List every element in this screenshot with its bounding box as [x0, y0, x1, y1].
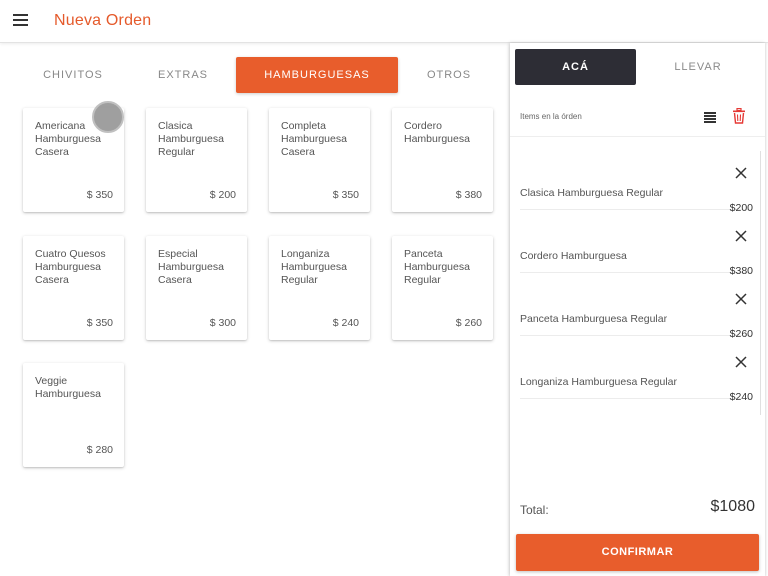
order-items-header: Items en la órden	[510, 93, 765, 137]
menu-icon[interactable]	[13, 14, 28, 26]
product-price: $ 240	[332, 317, 359, 329]
trash-icon[interactable]	[732, 108, 746, 124]
product-price: $ 350	[86, 189, 113, 201]
close-icon[interactable]	[735, 230, 747, 242]
order-item: Clasica Hamburguesa Regular $200	[520, 147, 753, 214]
order-item-price: $240	[729, 391, 753, 403]
tab-chivitos[interactable]: CHIVITOS	[14, 57, 132, 93]
category-tabs: CHIVITOS EXTRAS HAMBURGUESAS OTROS	[14, 57, 498, 93]
product-card[interactable]: Longaniza Hamburguesa Regular $ 240	[269, 236, 370, 340]
product-name: Veggie Hamburguesa	[35, 375, 101, 400]
tab-llevar[interactable]: LLEVAR	[636, 49, 760, 85]
product-price: $ 280	[86, 444, 113, 456]
product-card[interactable]: Clasica Hamburguesa Regular $ 200	[146, 108, 247, 212]
order-item-name: Clasica Hamburguesa Regular	[520, 187, 663, 199]
product-name: Completa Hamburguesa Casera	[281, 120, 347, 158]
order-item: Panceta Hamburguesa Regular $260	[520, 273, 753, 340]
order-item-name: Panceta Hamburguesa Regular	[520, 313, 668, 325]
product-price: $ 260	[455, 317, 482, 329]
product-card[interactable]: Veggie Hamburguesa $ 280	[23, 363, 124, 467]
product-card[interactable]: Panceta Hamburguesa Regular $ 260	[392, 236, 493, 340]
order-item-name: Longaniza Hamburguesa Regular	[520, 376, 678, 388]
total-value: $1080	[710, 498, 756, 515]
product-price: $ 300	[209, 317, 236, 329]
product-name: Clasica Hamburguesa Regular	[158, 120, 224, 158]
page-title: Nueva Orden	[54, 12, 152, 29]
touch-ripple	[92, 101, 124, 133]
product-price: $ 200	[209, 189, 236, 201]
total-label: Total:	[520, 503, 549, 517]
product-card[interactable]: Especial Hamburguesa Casera $ 300	[146, 236, 247, 340]
order-panel: ACÁ LLEVAR Items en la órden Clasica Ham…	[510, 43, 765, 576]
product-name: Longaniza Hamburguesa Regular	[281, 248, 347, 286]
scrollbar-track[interactable]	[760, 151, 761, 415]
product-price: $ 380	[455, 189, 482, 201]
order-item: Cordero Hamburguesa $380	[520, 210, 753, 277]
confirm-button[interactable]: CONFIRMAR	[516, 534, 759, 571]
order-list: Clasica Hamburguesa Regular $200 Cordero…	[510, 147, 765, 417]
close-icon[interactable]	[735, 356, 747, 368]
items-label: Items en la órden	[520, 112, 582, 121]
product-name: Cuatro Quesos Hamburguesa Casera	[35, 248, 106, 286]
product-name: Panceta Hamburguesa Regular	[404, 248, 470, 286]
product-card[interactable]: Completa Hamburguesa Casera $ 350	[269, 108, 370, 212]
tab-hamburguesas[interactable]: HAMBURGUESAS	[236, 57, 398, 93]
product-card[interactable]: Cordero Hamburguesa $ 380	[392, 108, 493, 212]
close-icon[interactable]	[735, 293, 747, 305]
product-name: Cordero Hamburguesa	[404, 120, 470, 145]
tab-extras[interactable]: EXTRAS	[124, 57, 242, 93]
product-price: $ 350	[332, 189, 359, 201]
app-bar: Nueva Orden	[0, 0, 768, 43]
tab-otros[interactable]: OTROS	[398, 57, 500, 93]
product-card[interactable]: Cuatro Quesos Hamburguesa Casera $ 350	[23, 236, 124, 340]
list-icon[interactable]	[704, 112, 716, 123]
order-item: Longaniza Hamburguesa Regular $240	[520, 336, 753, 403]
order-item-name: Cordero Hamburguesa	[520, 250, 627, 262]
product-price: $ 350	[86, 317, 113, 329]
tab-aca[interactable]: ACÁ	[515, 49, 636, 85]
product-name: Especial Hamburguesa Casera	[158, 248, 224, 286]
close-icon[interactable]	[735, 167, 747, 179]
